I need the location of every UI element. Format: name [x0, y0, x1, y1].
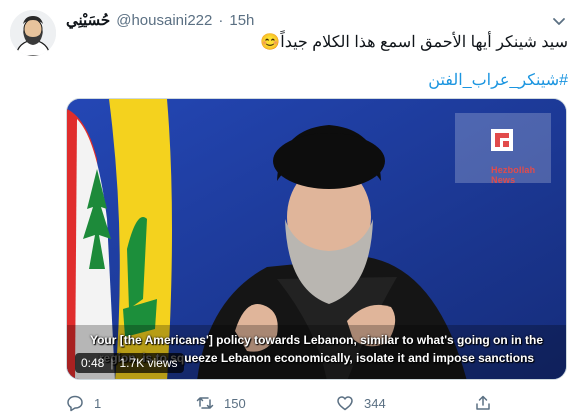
hashtag-link[interactable]: #شينكر_عراب_الفتن	[428, 70, 568, 90]
video-player[interactable]: Hezbollah News Your [the Americans'] pol…	[66, 98, 567, 380]
like-count: 344	[364, 395, 386, 411]
share-button[interactable]	[474, 392, 492, 414]
author-avatar[interactable]	[10, 10, 56, 56]
reply-button[interactable]: 1	[66, 392, 101, 414]
share-icon	[476, 395, 490, 410]
tweet-menu-button[interactable]	[550, 12, 568, 30]
retweet-icon	[196, 397, 214, 409]
tweet-text: سيد شينكر أيها الأحمق اسمع هذا الكلام جي…	[260, 34, 568, 51]
channel-watermark: Hezbollah News	[455, 113, 551, 185]
watermark-text: Hezbollah News	[491, 165, 536, 185]
like-button[interactable]: 344	[336, 392, 386, 414]
username[interactable]: @housaini222	[116, 12, 212, 29]
chevron-down-icon	[553, 18, 565, 25]
view-count: 1.7K views	[119, 356, 178, 370]
tweet[interactable]: حُسَيْنِي @housaini222 · 15h سيد شينكر أ…	[0, 0, 578, 420]
heart-icon	[337, 396, 353, 411]
badge-separator: |	[110, 356, 114, 370]
separator-dot: ·	[218, 11, 224, 29]
timestamp[interactable]: 15h	[229, 12, 254, 29]
tweet-actions: 1 150 344	[66, 392, 506, 414]
bearded-man-avatar-icon	[10, 10, 56, 56]
news-logo-icon	[491, 129, 513, 151]
display-name[interactable]: حُسَيْنِي	[66, 11, 110, 29]
reply-icon	[67, 395, 83, 412]
subtitle-line-1: Your [the Americans'] policy towards Leb…	[89, 333, 544, 347]
retweet-count: 150	[224, 395, 246, 411]
tweet-header: حُسَيْنِي @housaini222 · 15h	[66, 10, 254, 30]
video-duration: 0:48	[81, 356, 105, 370]
video-info-badge: 0:48 | 1.7K views	[75, 353, 184, 373]
retweet-button[interactable]: 150	[196, 392, 246, 414]
reply-count: 1	[94, 395, 102, 411]
